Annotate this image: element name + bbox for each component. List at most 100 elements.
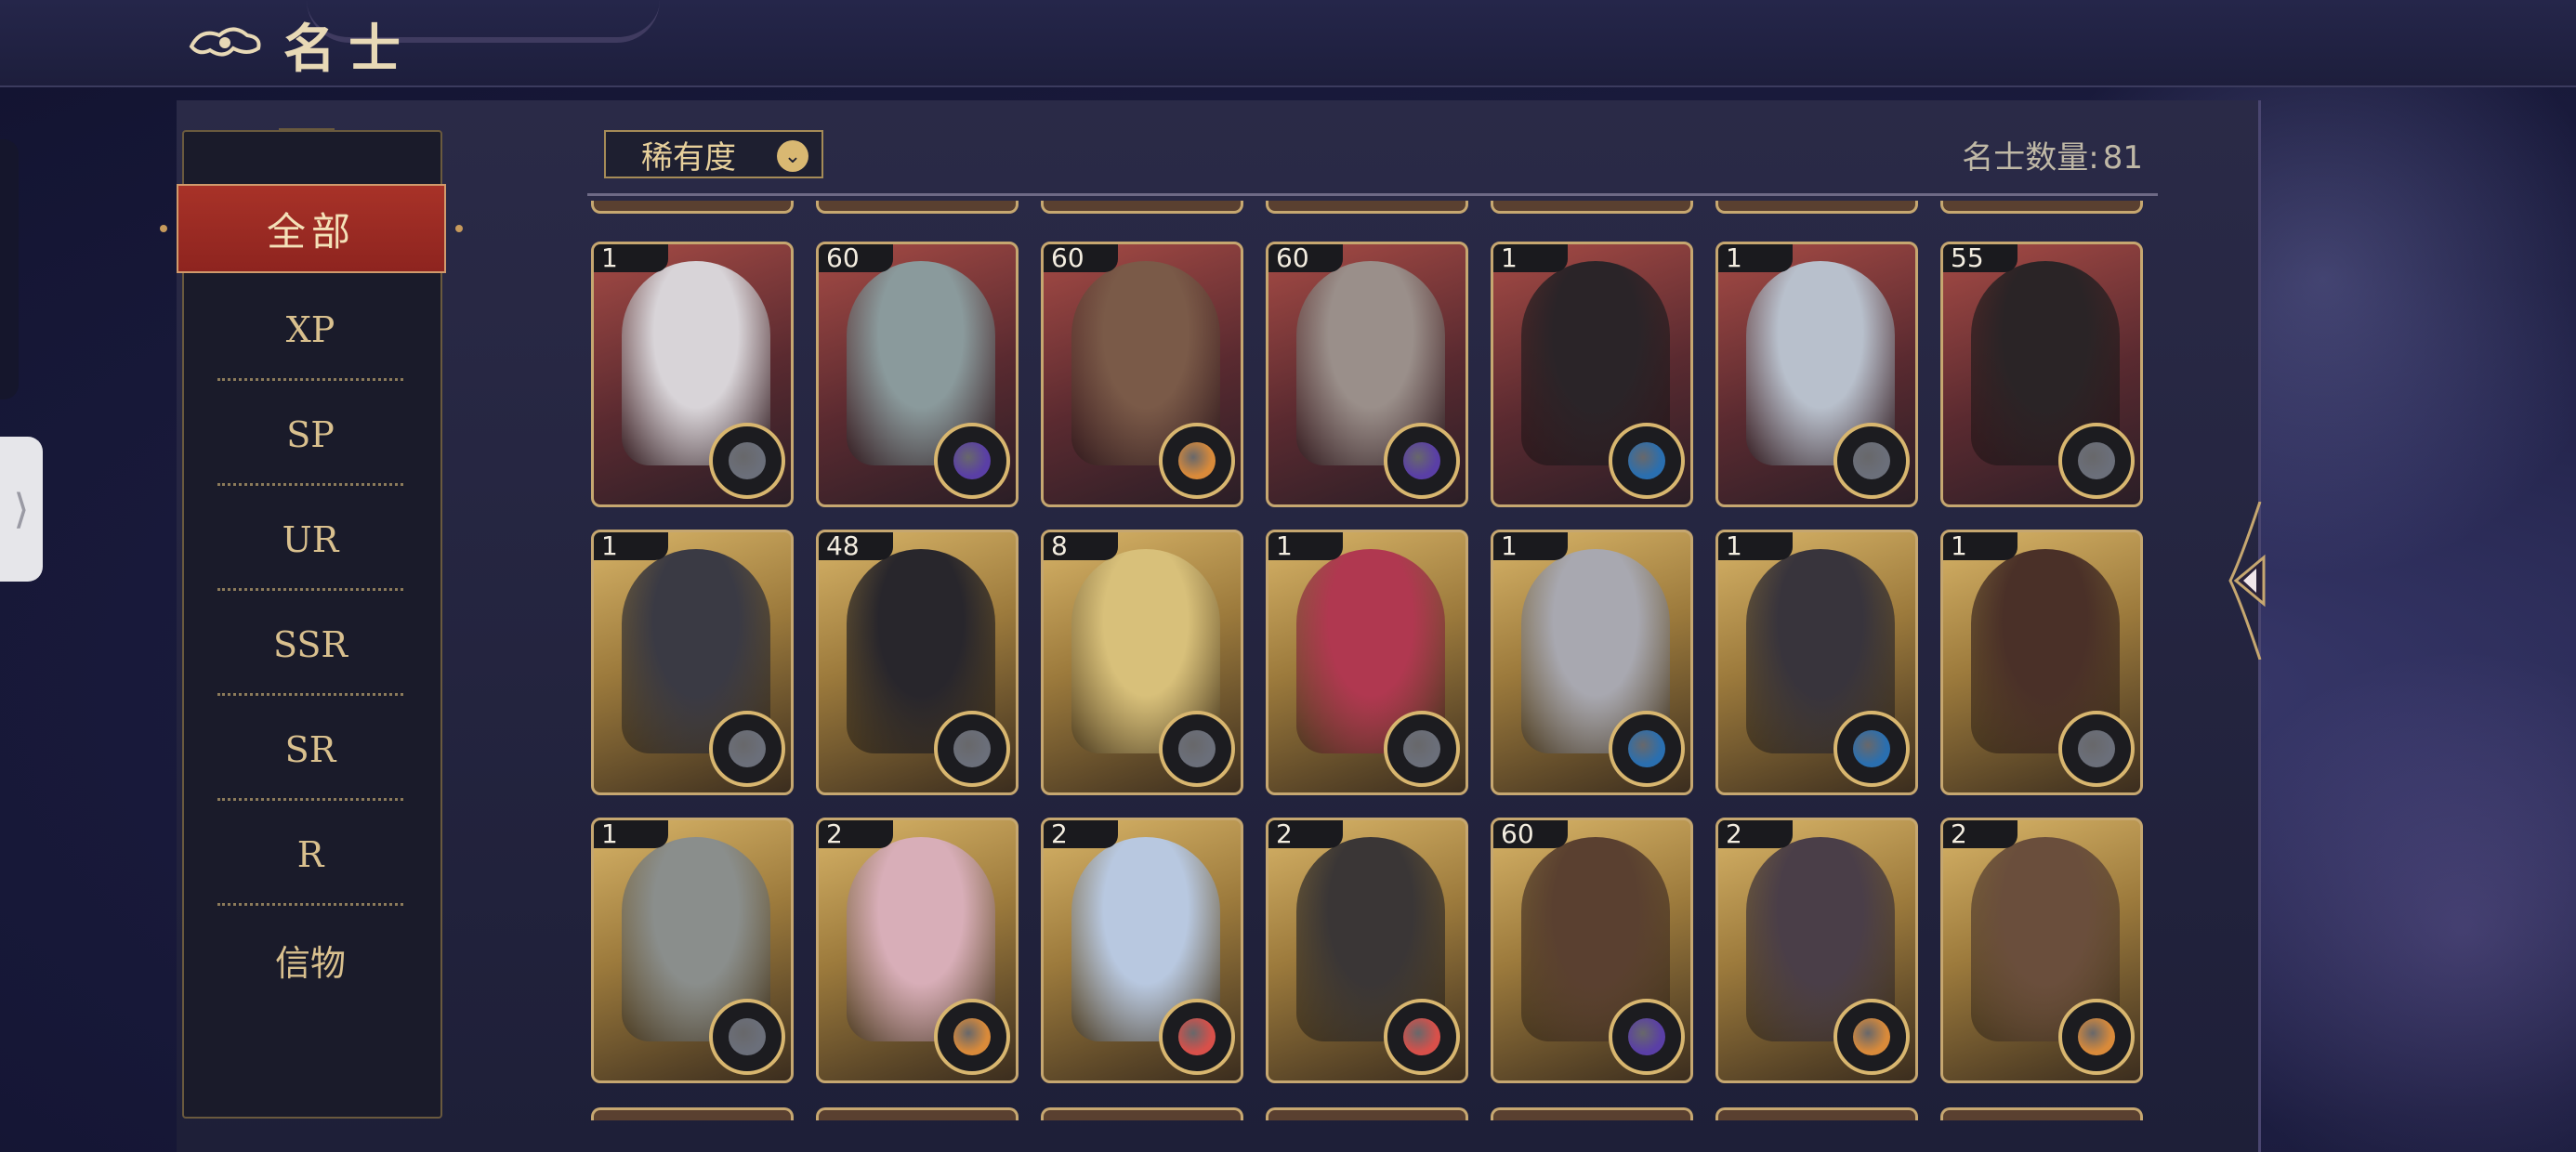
character-card[interactable]: 2 bbox=[1041, 818, 1243, 1083]
filter-label: 信物 bbox=[274, 942, 346, 984]
partial-card-bottom bbox=[1715, 1107, 1918, 1120]
character-card[interactable]: 1 bbox=[1491, 530, 1693, 795]
level-badge: 1 bbox=[1943, 532, 2017, 560]
level-badge: 1 bbox=[1718, 532, 1793, 560]
filter-label: SR bbox=[284, 729, 336, 770]
grey-element-icon bbox=[2058, 423, 2135, 499]
character-card[interactable]: 48 bbox=[816, 530, 1019, 795]
ornament-dot bbox=[160, 225, 167, 232]
grey-element-icon bbox=[2058, 711, 2135, 787]
filter-ur-button[interactable]: UR bbox=[217, 489, 403, 591]
level-badge: 2 bbox=[1044, 820, 1118, 848]
partial-card-top bbox=[1266, 201, 1468, 214]
character-card[interactable]: 60 bbox=[816, 242, 1019, 507]
blue-element-icon bbox=[1609, 711, 1685, 787]
blue-element-icon bbox=[1609, 423, 1685, 499]
partial-card-top bbox=[1940, 201, 2143, 214]
character-card[interactable]: 1 bbox=[1266, 530, 1468, 795]
red-element-icon bbox=[1159, 999, 1235, 1075]
level-badge: 1 bbox=[594, 244, 668, 272]
character-card[interactable]: 60 bbox=[1041, 242, 1243, 507]
character-card[interactable]: 1 bbox=[591, 530, 794, 795]
character-card[interactable]: 1 bbox=[591, 242, 794, 507]
character-card[interactable]: 1 bbox=[1491, 242, 1693, 507]
page-title: 名士 bbox=[283, 19, 414, 80]
blue-element-icon bbox=[1833, 711, 1910, 787]
filter-label: UR bbox=[282, 519, 339, 560]
level-badge: 1 bbox=[1493, 532, 1568, 560]
grey-element-icon bbox=[1159, 711, 1235, 787]
level-badge: 8 bbox=[1044, 532, 1118, 560]
partial-card-bottom bbox=[591, 1107, 794, 1120]
partial-card-bottom bbox=[1491, 1107, 1693, 1120]
filter-xp-button[interactable]: XP bbox=[217, 279, 403, 381]
orange-element-icon bbox=[1833, 999, 1910, 1075]
filter-all-button[interactable]: 全部 bbox=[160, 184, 463, 273]
level-badge: 2 bbox=[1943, 820, 2017, 848]
filter-r-button[interactable]: R bbox=[217, 804, 403, 906]
sort-dropdown[interactable]: 稀有度 ⌄ bbox=[604, 130, 823, 178]
filter-label: R bbox=[296, 834, 324, 875]
grey-element-icon bbox=[1833, 423, 1910, 499]
partial-card-top bbox=[591, 201, 794, 214]
level-badge: 1 bbox=[1718, 244, 1793, 272]
partial-card-top bbox=[816, 201, 1019, 214]
level-badge: 60 bbox=[1044, 244, 1118, 272]
filter-label: SP bbox=[286, 414, 335, 455]
purple-element-icon bbox=[934, 423, 1010, 499]
character-card[interactable]: 1 bbox=[1715, 530, 1918, 795]
filter-sr-button[interactable]: SR bbox=[217, 699, 403, 801]
partial-card-top bbox=[1715, 201, 1918, 214]
divider-line bbox=[587, 193, 2158, 196]
sort-dropdown-label: 稀有度 bbox=[641, 138, 736, 177]
character-card[interactable]: 2 bbox=[1940, 818, 2143, 1083]
orange-element-icon bbox=[934, 999, 1010, 1075]
filter-label: SSR bbox=[272, 624, 348, 665]
chevron-right-icon: ⟩ bbox=[13, 485, 30, 533]
character-card[interactable]: 60 bbox=[1491, 818, 1693, 1083]
partial-card-top bbox=[1041, 201, 1243, 214]
filter-sp-button[interactable]: SP bbox=[217, 384, 403, 486]
collapse-arrow-icon[interactable] bbox=[2223, 502, 2269, 660]
partial-card-bottom bbox=[1940, 1107, 2143, 1120]
character-card[interactable]: 2 bbox=[1715, 818, 1918, 1083]
character-card[interactable]: 8 bbox=[1041, 530, 1243, 795]
character-card[interactable]: 1 bbox=[1715, 242, 1918, 507]
character-card[interactable]: 2 bbox=[816, 818, 1019, 1083]
level-badge: 60 bbox=[1493, 820, 1568, 848]
left-edge-handle bbox=[0, 139, 19, 399]
level-badge: 2 bbox=[1268, 820, 1343, 848]
sidebar-notch bbox=[279, 128, 335, 140]
grey-element-icon bbox=[934, 711, 1010, 787]
character-card[interactable]: 1 bbox=[1940, 530, 2143, 795]
orange-element-icon bbox=[1159, 423, 1235, 499]
level-badge: 1 bbox=[594, 820, 668, 848]
character-card[interactable]: 60 bbox=[1266, 242, 1468, 507]
purple-element-icon bbox=[1609, 999, 1685, 1075]
filter-信物-button[interactable]: 信物 bbox=[217, 909, 403, 1011]
grey-element-icon bbox=[709, 423, 785, 499]
grey-element-icon bbox=[709, 999, 785, 1075]
partial-card-top bbox=[1491, 201, 1693, 214]
character-card[interactable]: 55 bbox=[1940, 242, 2143, 507]
filter-label: XP bbox=[285, 309, 335, 350]
level-badge: 1 bbox=[594, 532, 668, 560]
character-card[interactable]: 2 bbox=[1266, 818, 1468, 1083]
partial-card-bottom bbox=[1266, 1107, 1468, 1120]
level-badge: 55 bbox=[1943, 244, 2017, 272]
level-badge: 1 bbox=[1268, 532, 1343, 560]
expand-side-tab[interactable]: ⟩ bbox=[0, 437, 43, 582]
character-card[interactable]: 1 bbox=[591, 818, 794, 1083]
ornament-dot bbox=[455, 225, 463, 232]
grey-element-icon bbox=[709, 711, 785, 787]
level-badge: 2 bbox=[819, 820, 893, 848]
level-badge: 2 bbox=[1718, 820, 1793, 848]
chevron-down-icon: ⌄ bbox=[777, 140, 808, 172]
red-element-icon bbox=[1384, 999, 1460, 1075]
partial-card-bottom bbox=[1041, 1107, 1243, 1120]
grey-element-icon bbox=[1384, 711, 1460, 787]
orange-element-icon bbox=[2058, 999, 2135, 1075]
filter-all-label: 全部 bbox=[266, 208, 356, 255]
level-badge: 1 bbox=[1493, 244, 1568, 272]
filter-ssr-button[interactable]: SSR bbox=[217, 594, 403, 696]
